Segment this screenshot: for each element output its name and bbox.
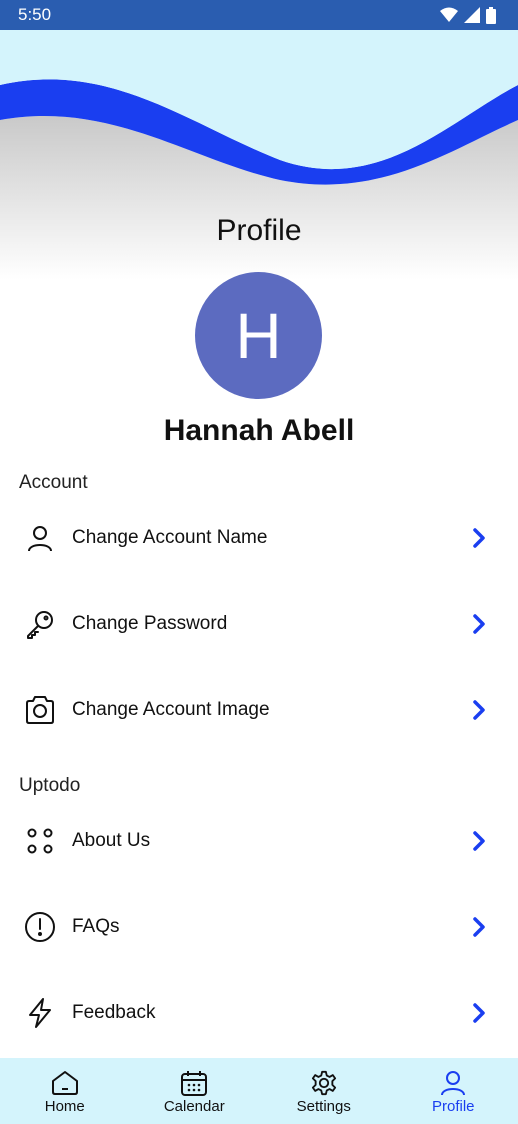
four-dots-icon [24, 825, 56, 857]
status-icons [440, 6, 496, 24]
gear-icon [311, 1070, 336, 1096]
chevron-right-icon [468, 698, 490, 722]
about-us-item[interactable]: About Us [0, 811, 518, 871]
nav-label: Home [44, 1098, 85, 1115]
status-bar: 5:50 [0, 0, 518, 30]
avatar[interactable]: H [195, 272, 322, 399]
change-password-item[interactable]: Change Password [0, 594, 518, 654]
menu-item-label: FAQs [72, 916, 120, 937]
nav-settings[interactable]: Settings [259, 1058, 389, 1124]
person-icon [441, 1071, 466, 1096]
user-name: Hannah Abell [163, 414, 355, 447]
home-icon [51, 1071, 78, 1095]
menu-item-label: Change Account Name [72, 527, 268, 548]
nav-label: Settings [296, 1098, 351, 1115]
status-time: 5:50 [18, 5, 52, 24]
avatar-initial: H [235, 299, 282, 372]
faqs-item[interactable]: FAQs [0, 897, 518, 957]
wifi-icon [440, 7, 458, 22]
key-icon [24, 608, 56, 640]
menu-item-label: Feedback [72, 1002, 156, 1023]
nav-profile[interactable]: Profile [389, 1058, 518, 1124]
nav-label: Calendar [163, 1098, 225, 1115]
info-circle-icon [24, 911, 56, 943]
lightning-icon [24, 997, 56, 1029]
nav-label: Profile [431, 1098, 475, 1115]
calendar-icon [181, 1071, 208, 1096]
signal-icon [464, 7, 480, 23]
menu-item-label: Change Account Image [72, 699, 270, 720]
feedback-item[interactable]: Feedback [0, 983, 518, 1043]
chevron-right-icon [468, 915, 490, 939]
chevron-right-icon [468, 612, 490, 636]
nav-home[interactable]: Home [0, 1058, 130, 1124]
page-title: Profile [216, 214, 302, 247]
chevron-right-icon [468, 1001, 490, 1025]
section-label-account: Account [19, 472, 88, 493]
person-icon [24, 522, 56, 554]
section-label-uptodo: Uptodo [19, 775, 81, 796]
change-account-name-item[interactable]: Change Account Name [0, 508, 518, 568]
camera-icon [24, 694, 56, 726]
change-account-image-item[interactable]: Change Account Image [0, 680, 518, 740]
bottom-nav: Home Calendar Settings Profile [0, 1058, 518, 1124]
chevron-right-icon [468, 526, 490, 550]
battery-icon [486, 6, 496, 24]
menu-item-label: Change Password [72, 613, 228, 634]
menu-item-label: About Us [72, 830, 151, 851]
chevron-right-icon [468, 829, 490, 853]
nav-calendar[interactable]: Calendar [130, 1058, 260, 1124]
